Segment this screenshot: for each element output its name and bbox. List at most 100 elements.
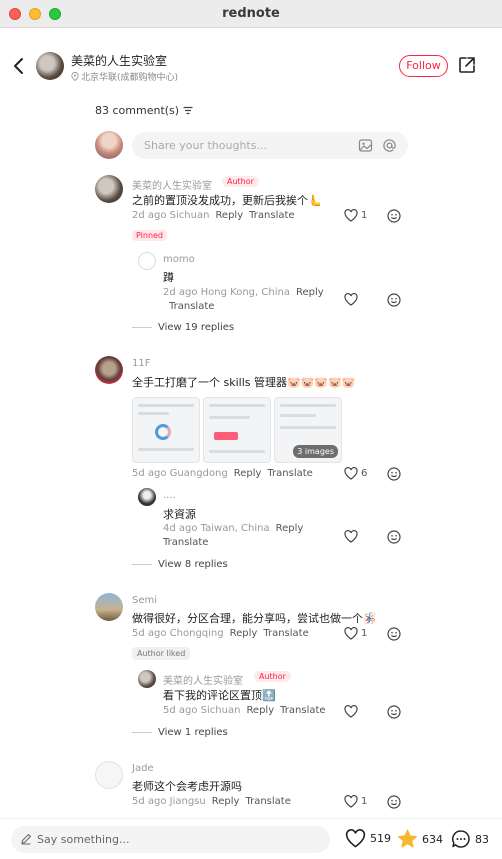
emoji-icon[interactable] xyxy=(387,627,401,641)
divider-line xyxy=(132,564,152,565)
like-button[interactable]: 6 xyxy=(344,467,367,480)
author-badge: Author xyxy=(254,671,291,682)
heart-icon xyxy=(344,705,358,718)
view-replies-label: View 8 replies xyxy=(158,559,228,570)
comment-time: 5d ago Jiangsu xyxy=(132,796,206,807)
share-thoughts-input[interactable]: Share your thoughts... xyxy=(132,132,408,159)
reply-meta-line2: Translate xyxy=(163,537,208,548)
comment-image[interactable] xyxy=(132,397,200,463)
reply-button[interactable]: Reply xyxy=(246,705,274,716)
thumb-line xyxy=(280,414,316,417)
comment-images[interactable]: 3 images xyxy=(132,397,342,463)
thumb-line xyxy=(280,426,336,429)
view-replies-button[interactable]: View 8 replies xyxy=(132,559,228,570)
back-icon[interactable] xyxy=(12,56,26,76)
reply-meta: 4d ago Taiwan, China Reply xyxy=(163,523,303,534)
reply-button[interactable]: Reply xyxy=(212,796,240,807)
like-count: 1 xyxy=(361,628,368,639)
thumb-line xyxy=(280,404,336,407)
reply-meta: 2d ago Hong Kong, China Reply xyxy=(163,287,324,298)
reply-avatar[interactable] xyxy=(138,252,156,270)
translate-button[interactable]: Translate xyxy=(169,301,214,312)
comment-time: 2d ago Sichuan xyxy=(132,210,210,221)
comment-avatar[interactable] xyxy=(95,593,123,621)
reply-button[interactable]: Reply xyxy=(234,468,262,479)
emoji-icon[interactable] xyxy=(387,209,401,223)
reply-username[interactable]: momo xyxy=(163,254,195,265)
reply-avatar[interactable] xyxy=(138,488,156,506)
comment-username[interactable]: 美菜的人生实验室 xyxy=(132,177,212,192)
emoji-icon[interactable] xyxy=(387,293,401,307)
emoji-icon[interactable] xyxy=(387,467,401,481)
comment-username[interactable]: Semi xyxy=(132,595,157,606)
say-something-input[interactable]: Say something... xyxy=(11,826,330,853)
post-collect-button[interactable]: 634 xyxy=(397,829,443,849)
view-replies-label: View 1 replies xyxy=(158,727,228,738)
author-avatar[interactable] xyxy=(36,52,64,80)
reply-username[interactable]: .... xyxy=(163,490,176,501)
reply-text: 看下我的评论区置顶🔝 xyxy=(163,689,276,702)
post-collect-count: 634 xyxy=(422,832,443,846)
comment-username[interactable]: 11F xyxy=(132,358,150,369)
reply-time: 2d ago Hong Kong, China xyxy=(163,287,290,298)
author-name[interactable]: 美菜的人生实验室 xyxy=(71,52,167,69)
reply-button[interactable]: Reply xyxy=(215,210,243,221)
heart-icon xyxy=(344,293,358,306)
comment-avatar[interactable] xyxy=(95,356,123,384)
reply-button[interactable]: Reply xyxy=(296,287,324,298)
pencil-icon xyxy=(21,834,31,845)
translate-button[interactable]: Translate xyxy=(263,628,308,639)
sort-icon[interactable] xyxy=(183,106,193,115)
view-replies-button[interactable]: View 19 replies xyxy=(132,322,234,333)
reply-time: 4d ago Taiwan, China xyxy=(163,523,270,534)
pinned-tag: Pinned xyxy=(132,230,168,241)
reply-button[interactable]: Reply xyxy=(230,628,258,639)
comment-text: 做得很好，分区合理，能分享吗，尝试也做一个🪅 xyxy=(132,612,377,625)
like-button[interactable] xyxy=(344,530,358,543)
reply-username[interactable]: 美菜的人生实验室 xyxy=(163,672,243,687)
post-like-button[interactable]: 519 xyxy=(345,829,391,848)
emoji-icon[interactable] xyxy=(387,795,401,809)
like-button[interactable]: 1 xyxy=(344,795,367,808)
comment-avatar[interactable] xyxy=(95,175,123,203)
like-button[interactable] xyxy=(344,293,358,306)
share-thoughts-placeholder: Share your thoughts... xyxy=(144,139,267,152)
window-title: rednote xyxy=(222,6,280,21)
comment-meta: 2d ago Sichuan Reply Translate xyxy=(132,210,295,221)
star-icon xyxy=(397,829,418,848)
like-button[interactable]: 1 xyxy=(344,209,367,222)
translate-button[interactable]: Translate xyxy=(280,705,325,716)
comment-image[interactable]: 3 images xyxy=(274,397,342,463)
at-icon[interactable] xyxy=(382,138,397,153)
view-replies-button[interactable]: View 1 replies xyxy=(132,727,228,738)
image-icon[interactable] xyxy=(358,138,373,153)
comment-text: 之前的置顶没发成功，更新后我挨个🫷 xyxy=(132,194,322,207)
divider-line xyxy=(132,327,152,328)
like-button[interactable] xyxy=(344,705,358,718)
thumb-line xyxy=(209,404,265,407)
comment-meta: 5d ago Jiangsu Reply Translate xyxy=(132,796,291,807)
reply-avatar[interactable] xyxy=(138,670,156,688)
comment-avatar[interactable] xyxy=(95,761,123,789)
reply-button[interactable]: Reply xyxy=(276,523,304,534)
say-something-placeholder: Say something... xyxy=(37,833,130,846)
translate-button[interactable]: Translate xyxy=(163,537,208,548)
post-comment-button[interactable]: 83 xyxy=(451,829,489,849)
translate-button[interactable]: Translate xyxy=(245,796,290,807)
translate-button[interactable]: Translate xyxy=(249,210,294,221)
emoji-icon[interactable] xyxy=(387,705,401,719)
like-count: 1 xyxy=(361,210,368,221)
like-button[interactable]: 1 xyxy=(344,627,367,640)
reply-meta-line2: Translate xyxy=(163,301,214,312)
author-badge: Author xyxy=(222,176,259,187)
thumb-chart xyxy=(155,424,171,440)
comment-time: 5d ago Chongqing xyxy=(132,628,224,639)
translate-button[interactable]: Translate xyxy=(267,468,312,479)
emoji-icon[interactable] xyxy=(387,530,401,544)
comments-count-text: 83 comment(s) xyxy=(95,104,180,117)
like-count: 1 xyxy=(361,796,368,807)
share-icon[interactable] xyxy=(458,56,476,74)
comment-username[interactable]: Jade xyxy=(132,763,154,774)
follow-button[interactable]: Follow xyxy=(399,55,448,77)
comment-image[interactable] xyxy=(203,397,271,463)
